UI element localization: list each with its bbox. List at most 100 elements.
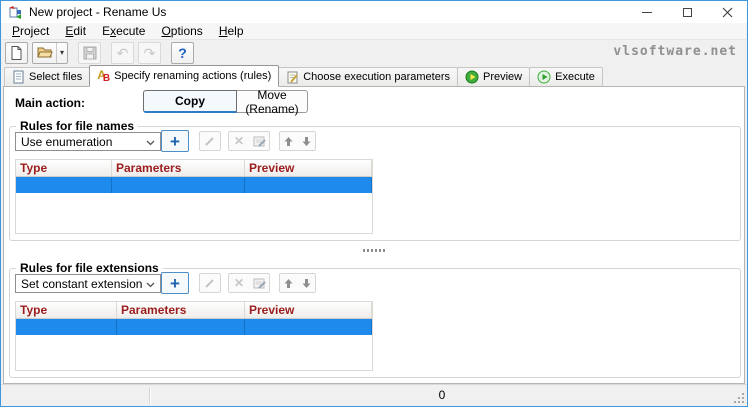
redo-icon: ↷ xyxy=(143,44,156,61)
table-header: Type Parameters Preview xyxy=(16,160,372,177)
edit-rule-form-button[interactable] xyxy=(249,131,270,151)
tab-label: Select files xyxy=(29,71,83,83)
tab-specify-rules[interactable]: AB Specify renaming actions (rules) xyxy=(89,65,280,87)
tab-execution-parameters[interactable]: Choose execution parameters xyxy=(278,67,458,86)
open-folder-icon xyxy=(36,47,53,58)
help-icon: ? xyxy=(178,44,187,61)
group-rules-file-names: Rules for file names Use enumeration + ✕ xyxy=(9,119,741,241)
app-icon xyxy=(8,5,23,20)
window-title: New project - Rename Us xyxy=(29,5,167,19)
move-down-icon xyxy=(302,278,310,288)
move-rule-up-button[interactable] xyxy=(279,131,298,151)
move-rule-down-button[interactable] xyxy=(297,131,316,151)
add-rule-icon: + xyxy=(170,273,180,293)
column-header-type[interactable]: Type xyxy=(16,160,112,176)
maximize-button[interactable] xyxy=(667,1,707,23)
cell-parameters xyxy=(112,177,245,193)
menu-edit[interactable]: Edit xyxy=(57,23,94,39)
table-row[interactable] xyxy=(16,177,372,193)
save-project-button[interactable] xyxy=(78,41,101,64)
menu-project[interactable]: Project xyxy=(4,23,57,39)
move-rename-button[interactable]: Move (Rename) xyxy=(237,88,308,116)
resize-grip-icon[interactable] xyxy=(733,392,746,405)
minimize-icon xyxy=(642,11,652,13)
splitter-grip[interactable] xyxy=(363,249,385,252)
minimize-button[interactable] xyxy=(627,1,667,23)
new-file-icon xyxy=(11,45,22,60)
main-action-toggle: Copy Move (Rename) xyxy=(143,88,308,116)
table-row[interactable] xyxy=(16,319,372,335)
app-window: New project - Rename Us Project Edit Exe… xyxy=(0,0,748,407)
open-dropdown-arrow-icon[interactable]: ▾ xyxy=(56,42,67,63)
add-rule-icon: + xyxy=(170,131,180,151)
tab-label: Choose execution parameters xyxy=(303,71,450,83)
delete-rule-button[interactable]: ✕ xyxy=(228,273,250,293)
rename-ab-icon: AB xyxy=(97,68,111,84)
file-count: 0 xyxy=(438,388,446,402)
rule-type-value: Use enumeration xyxy=(21,134,113,149)
cell-type xyxy=(16,177,112,193)
statusbar: 0 xyxy=(1,384,747,406)
edit-form-icon xyxy=(253,136,266,147)
edit-rule-button[interactable] xyxy=(199,273,221,293)
chevron-down-icon xyxy=(146,282,155,288)
cell-preview xyxy=(245,319,372,335)
edit-rule-icon xyxy=(205,279,214,288)
execute-play-icon xyxy=(537,70,551,84)
move-rule-down-button[interactable] xyxy=(297,273,316,293)
column-header-type[interactable]: Type xyxy=(16,302,117,318)
table-header: Type Parameters Preview xyxy=(16,302,372,319)
column-header-preview[interactable]: Preview xyxy=(245,160,372,176)
move-rule-up-button[interactable] xyxy=(279,273,298,293)
cell-parameters xyxy=(117,319,245,335)
open-project-button[interactable] xyxy=(33,43,56,63)
preview-play-icon xyxy=(465,70,479,84)
undo-icon: ↶ xyxy=(116,44,129,61)
rule-type-select-names[interactable]: Use enumeration xyxy=(15,132,161,151)
tab-preview[interactable]: Preview xyxy=(456,67,531,86)
document-icon xyxy=(13,70,24,84)
menu-help[interactable]: Help xyxy=(211,23,252,39)
edit-rule-form-button[interactable] xyxy=(249,273,270,293)
new-project-button[interactable] xyxy=(5,41,28,64)
delete-rule-icon: ✕ xyxy=(233,276,245,290)
column-header-preview[interactable]: Preview xyxy=(245,302,372,318)
rule-type-select-extensions[interactable]: Set constant extension xyxy=(15,274,161,293)
brand-text: vlsoftware.net xyxy=(613,44,737,59)
save-icon xyxy=(83,46,96,59)
move-up-icon xyxy=(284,136,293,146)
edit-rule-icon xyxy=(205,137,214,146)
delete-rule-button[interactable]: ✕ xyxy=(228,131,250,151)
column-header-parameters[interactable]: Parameters xyxy=(117,302,245,318)
menu-execute[interactable]: Execute xyxy=(94,23,153,39)
cell-type xyxy=(16,319,117,335)
open-project-splitbutton: ▾ xyxy=(32,41,68,64)
menubar: Project Edit Execute Options Help xyxy=(2,23,746,39)
group-title: Rules for file names xyxy=(16,119,139,133)
edit-form-icon xyxy=(253,278,266,289)
undo-button[interactable]: ↶ xyxy=(111,41,134,64)
toolbar: ▾ ↶ ↷ ? vlsoftware.net xyxy=(2,39,746,65)
tab-execute[interactable]: Execute xyxy=(529,67,603,86)
content-panel: Main action: Copy Move (Rename) Rules fo… xyxy=(3,86,745,384)
close-button[interactable] xyxy=(707,1,747,23)
copy-button[interactable]: Copy xyxy=(143,90,237,113)
add-rule-button[interactable]: + xyxy=(161,130,189,152)
column-header-parameters[interactable]: Parameters xyxy=(112,160,245,176)
maximize-icon xyxy=(682,7,692,17)
rule-type-value: Set constant extension xyxy=(21,276,143,291)
redo-button[interactable]: ↷ xyxy=(138,41,161,64)
rules-table-extensions: Type Parameters Preview xyxy=(15,301,373,371)
group-rules-file-extensions: Rules for file extensions Set constant e… xyxy=(9,261,741,378)
help-button[interactable]: ? xyxy=(171,41,194,64)
add-rule-button[interactable]: + xyxy=(161,272,189,294)
edit-rule-button[interactable] xyxy=(199,131,221,151)
tab-select-files[interactable]: Select files xyxy=(4,67,91,86)
titlebar: New project - Rename Us xyxy=(1,1,747,23)
menu-options[interactable]: Options xyxy=(153,23,210,39)
tab-bar: Select files AB Specify renaming actions… xyxy=(3,65,745,87)
group-title: Rules for file extensions xyxy=(16,261,163,275)
close-icon xyxy=(722,7,732,17)
note-edit-icon xyxy=(287,71,298,84)
cell-preview xyxy=(245,177,372,193)
